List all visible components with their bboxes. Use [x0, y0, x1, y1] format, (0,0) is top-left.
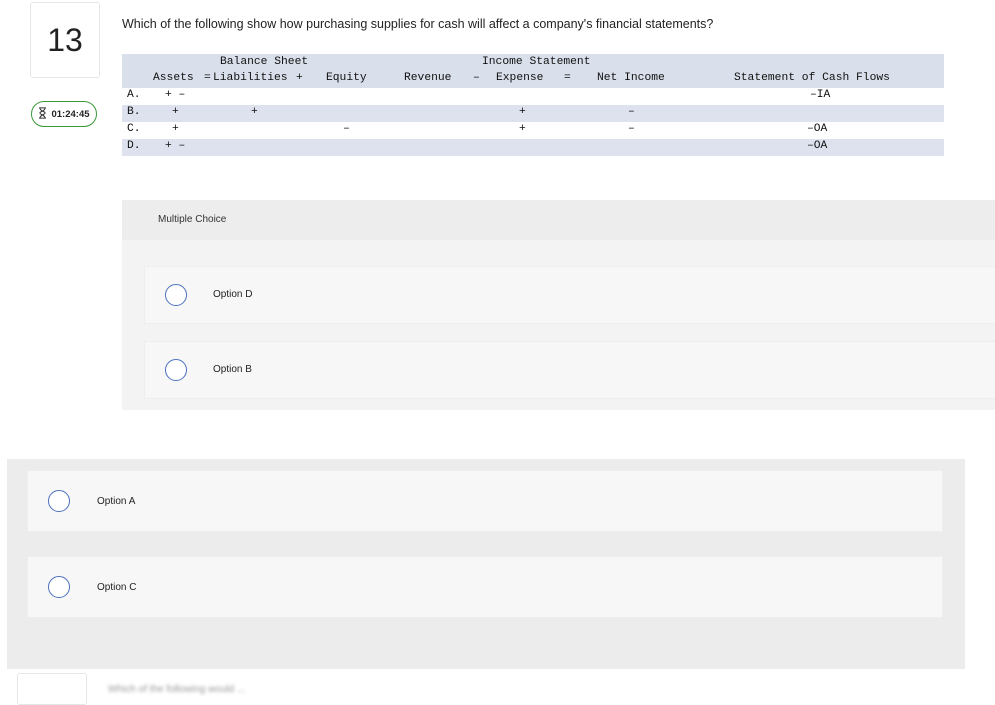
row-label: C. [127, 123, 141, 135]
cell-expense: + [519, 106, 526, 118]
question-number-card: 13 [30, 2, 100, 78]
col-liabilities: Liabilities [213, 72, 288, 84]
cell-assets: + [172, 106, 179, 118]
answer-option-d[interactable]: Option D [144, 266, 995, 324]
timer-text: 01:24:45 [51, 108, 90, 120]
table-row: D. + – –OA [122, 139, 944, 156]
hourglass-icon [38, 106, 47, 122]
radio-button[interactable] [48, 490, 70, 512]
cell-net-income: – [628, 106, 635, 118]
timer-badge: 01:24:45 [31, 101, 97, 127]
multiple-choice-panel-continued: Option A Option C [7, 459, 965, 669]
statements-table: Balance Sheet Income Statement Assets = … [122, 54, 944, 156]
cell-cash-flows: –IA [810, 89, 831, 101]
col-minus: – [473, 72, 480, 84]
cell-net-income: – [628, 123, 635, 135]
cell-liabilities: + [251, 106, 258, 118]
radio-button[interactable] [48, 576, 70, 598]
col-net-income: Net Income [597, 72, 665, 84]
next-question-preview: Which of the following would ... [108, 684, 246, 695]
cell-assets: + – [165, 140, 186, 152]
question-number: 13 [47, 21, 83, 58]
col-eq2: = [564, 72, 571, 84]
row-label: B. [127, 106, 141, 118]
cell-expense: + [519, 123, 526, 135]
table-row: B. + + + – [122, 105, 944, 122]
col-eq1: = [204, 72, 211, 84]
col-expense: Expense [496, 72, 544, 84]
row-label: A. [127, 89, 141, 101]
income-statement-header: Income Statement [482, 56, 591, 68]
cell-equity: – [343, 123, 350, 135]
multiple-choice-header: Multiple Choice [122, 200, 995, 240]
table-group-header-row: Balance Sheet Income Statement [122, 54, 944, 71]
option-label: Option C [97, 582, 137, 593]
answer-option-a[interactable]: Option A [27, 470, 943, 532]
col-cash-flows: Statement of Cash Flows [734, 72, 890, 84]
table-row: A. + – –IA [122, 88, 944, 105]
multiple-choice-title: Multiple Choice [158, 214, 227, 225]
cell-cash-flows: –OA [807, 123, 828, 135]
radio-button[interactable] [165, 359, 187, 381]
row-label: D. [127, 140, 141, 152]
cell-assets: + [172, 123, 179, 135]
option-label: Option A [97, 496, 136, 507]
multiple-choice-panel: Multiple Choice Option D Option B [122, 200, 995, 410]
question-text: Which of the following show how purchasi… [122, 17, 714, 31]
option-label: Option B [213, 364, 252, 375]
radio-button[interactable] [165, 284, 187, 306]
balance-sheet-header: Balance Sheet [220, 56, 309, 68]
col-assets: Assets [153, 72, 194, 84]
answer-option-c[interactable]: Option C [27, 556, 943, 618]
cell-assets: + – [165, 89, 186, 101]
answer-option-b[interactable]: Option B [144, 341, 995, 399]
next-question-number-card [17, 673, 87, 705]
table-row: C. + – + – –OA [122, 122, 944, 139]
col-equity: Equity [326, 72, 367, 84]
option-label: Option D [213, 289, 253, 300]
table-column-header-row: Assets = Liabilities + Equity Revenue – … [122, 71, 944, 88]
cell-cash-flows: –OA [807, 140, 828, 152]
col-revenue: Revenue [404, 72, 452, 84]
col-plus: + [296, 72, 303, 84]
